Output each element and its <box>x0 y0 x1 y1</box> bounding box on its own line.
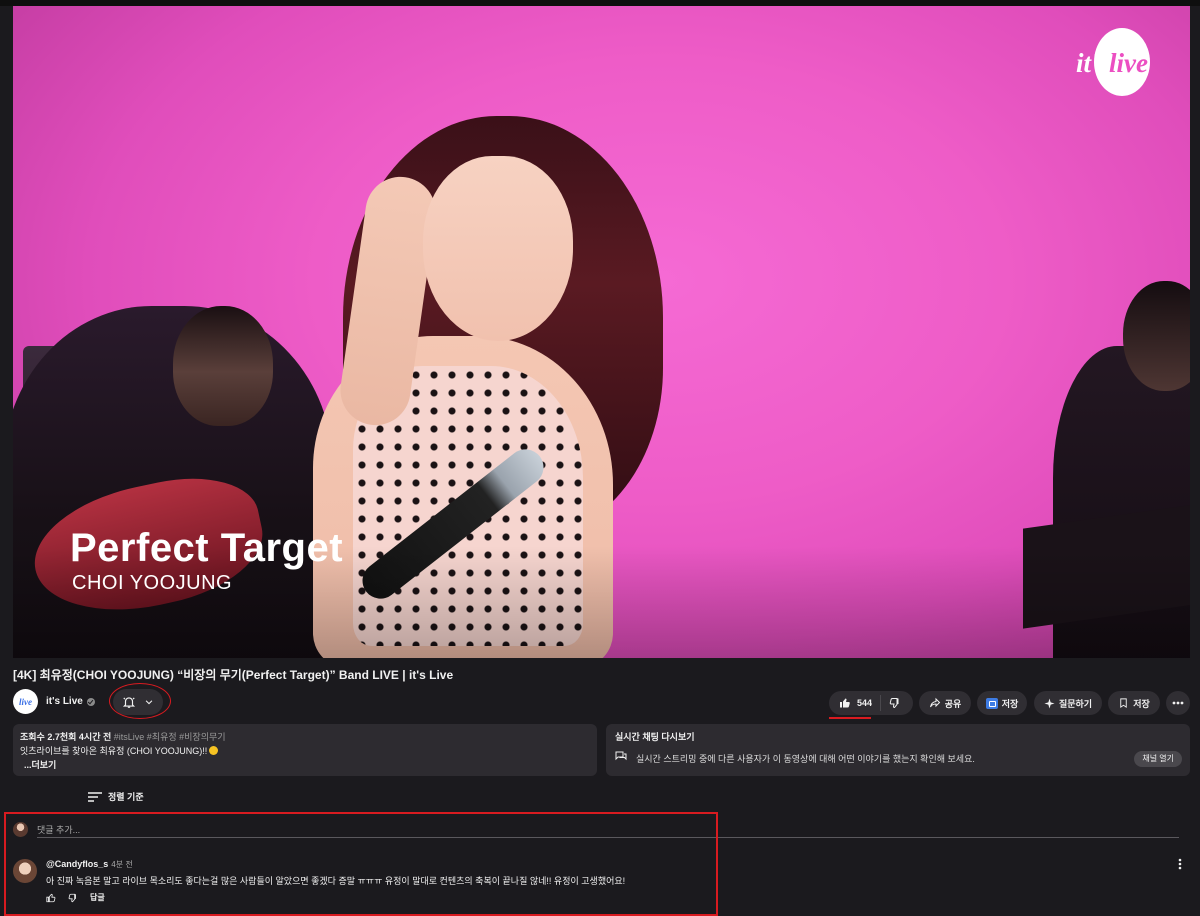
thumbs-up-icon <box>840 698 850 708</box>
hashtags[interactable]: #itsLive #최유정 #비장의무기 <box>114 732 226 742</box>
logo-part-live: live <box>1109 48 1148 78</box>
video-overlay-artist: CHOI YOOJUNG <box>72 572 233 594</box>
save-label: 저장 <box>1001 698 1019 709</box>
logo-part-its: it's <box>1076 48 1110 78</box>
comment-dislike-icon[interactable] <box>68 893 78 903</box>
comment-author[interactable]: @Candyflos_s <box>46 859 108 869</box>
share-button[interactable]: 공유 <box>919 691 971 715</box>
description-text: 잇츠라이브를 찾아온 최유정 (CHOI YOOJUNG)!! <box>20 746 208 756</box>
comment-text: 아 진짜 녹음본 말고 라이브 목소리도 좋다는걸 많은 사람들이 알았으면 좋… <box>46 876 626 886</box>
show-more-link[interactable]: ...더보기 <box>24 758 56 771</box>
comment-author-avatar[interactable] <box>13 859 37 883</box>
ask-label: 질문하기 <box>1058 698 1093 709</box>
video-title: [4K] 최유정(CHOI YOOJUNG) “비장의 무기(Perfect T… <box>13 668 454 682</box>
verified-icon <box>86 697 95 706</box>
comment-time[interactable]: 4분 전 <box>111 860 132 869</box>
video-overlay-title: Perfect Target <box>70 526 344 570</box>
save-playlist-button[interactable]: 저장 <box>1108 691 1160 715</box>
sort-comments-button[interactable]: 정렬 기준 <box>88 790 144 803</box>
live-chat-description: 실시간 스트리밍 중에 다른 사용자가 이 동영상에 대해 어떤 이야기를 했는… <box>636 754 975 764</box>
more-actions-button[interactable] <box>1166 691 1190 715</box>
channel-name-link[interactable]: it's Live <box>46 696 95 707</box>
comment-more-icon[interactable] <box>1175 857 1185 871</box>
open-channel-button[interactable]: 채널 열기 <box>1134 751 1182 767</box>
more-vertical-icon <box>1178 858 1182 870</box>
like-button[interactable]: 544 <box>829 695 882 711</box>
like-count: 544 <box>857 698 873 708</box>
sort-label: 정렬 기준 <box>108 792 144 802</box>
guitarist-head <box>173 306 273 426</box>
ask-button[interactable]: 질문하기 <box>1034 691 1102 715</box>
sparkle-icon <box>1044 697 1055 709</box>
star-eyes-emoji-icon <box>209 746 219 755</box>
more-horizontal-icon <box>1172 701 1184 705</box>
description-stats: 조회수 2.7천회 4시간 전 #itsLive #최유정 #비장의무기 <box>20 730 226 743</box>
comment-actions: 답글 <box>46 892 105 903</box>
sort-icon <box>88 791 102 802</box>
itslive-logo: it'slive <box>1076 48 1148 79</box>
description-box[interactable]: 조회수 2.7천회 4시간 전 #itsLive #최유정 #비장의무기 잇츠라… <box>13 724 597 776</box>
share-label: 공유 <box>944 698 962 709</box>
view-stats: 조회수 2.7천회 4시간 전 <box>20 732 112 742</box>
video-player[interactable]: Perfect Target CHOI YOOJUNG it'slive <box>13 6 1190 658</box>
thumbs-down-icon <box>889 698 899 708</box>
reply-button[interactable]: 답글 <box>90 892 105 903</box>
like-dislike-group: 544 <box>829 691 913 715</box>
description-line: 잇츠라이브를 찾아온 최유정 (CHOI YOOJUNG)!! <box>20 744 219 757</box>
bell-icon <box>122 697 136 708</box>
channel-avatar-text: live <box>19 696 32 707</box>
live-chat-replay-box: 실시간 채팅 다시보기 실시간 스트리밍 중에 다른 사용자가 이 동영상에 대… <box>606 724 1190 776</box>
notification-bell-button[interactable] <box>113 689 163 715</box>
add-comment-input[interactable]: 댓글 추가... <box>37 823 1179 838</box>
dislike-button[interactable] <box>881 697 909 709</box>
channel-name: it's Live <box>46 696 83 707</box>
save-to-drive-button[interactable]: 저장 <box>977 691 1027 715</box>
my-avatar <box>13 822 28 837</box>
comment-like-icon[interactable] <box>46 893 56 903</box>
bookmark-icon <box>1120 698 1127 708</box>
live-chat-title: 실시간 채팅 다시보기 <box>615 732 695 742</box>
channel-avatar[interactable]: live <box>13 689 38 714</box>
singer-face <box>423 156 573 341</box>
share-icon <box>929 697 940 708</box>
annotation-underline <box>829 717 871 719</box>
chevron-down-icon <box>145 700 153 705</box>
chat-icon <box>615 751 627 761</box>
save2-label: 저장 <box>1133 698 1150 709</box>
comment-header: @Candyflos_s 4분 전 <box>46 859 133 870</box>
save-app-icon <box>985 697 998 709</box>
